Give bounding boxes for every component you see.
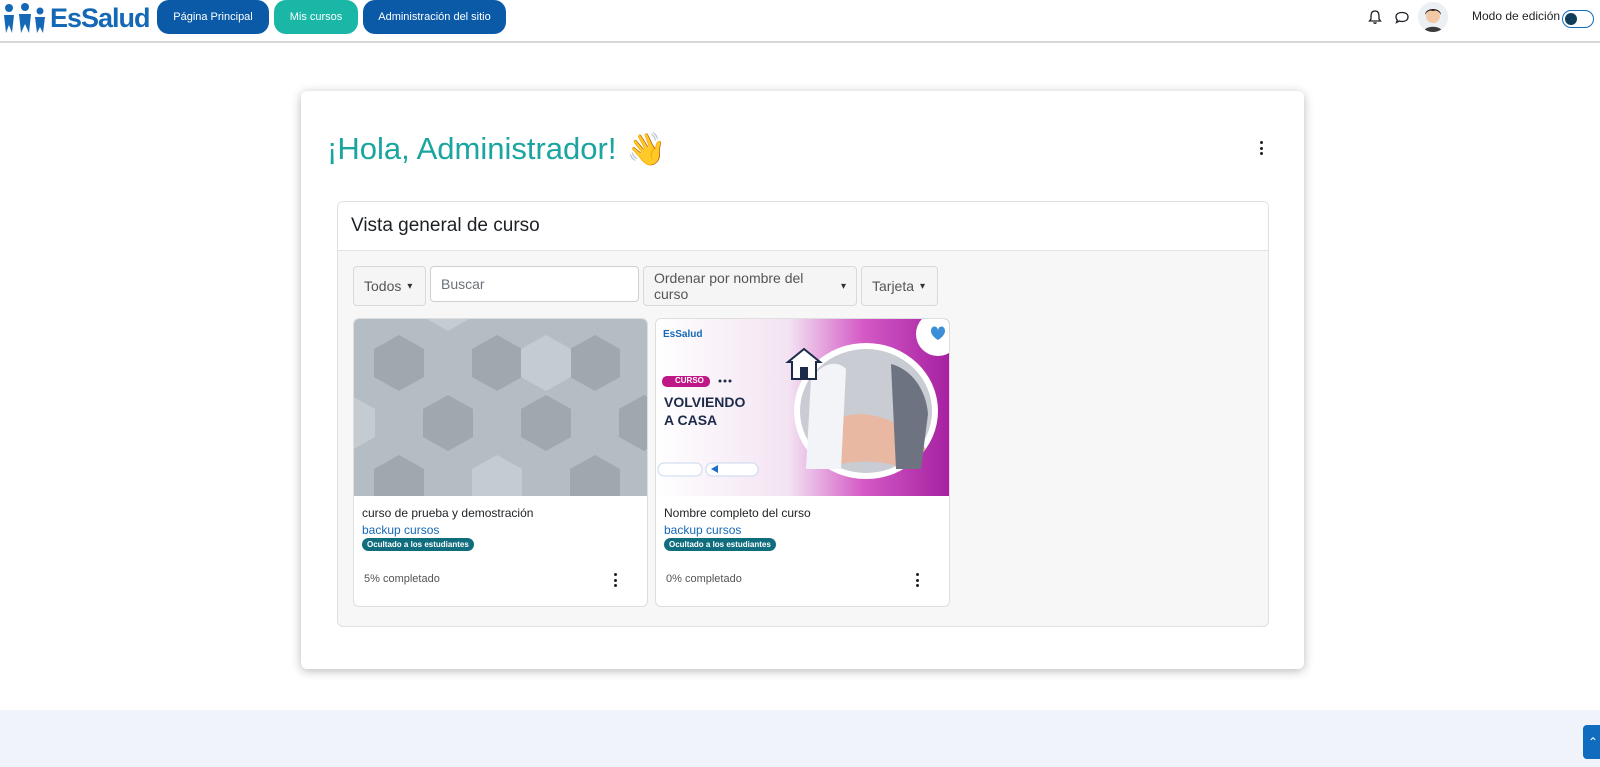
- course-progress: 0% completado: [666, 573, 742, 585]
- page-footer: [0, 710, 1600, 767]
- course-card[interactable]: EsSalud CURSO VOLVIENDO A CASA Nombre co…: [655, 318, 950, 607]
- course-image-pattern[interactable]: [354, 319, 647, 496]
- edit-mode-label: Modo de edición: [1472, 9, 1561, 23]
- sort-selected: Ordenar por nombre del curso: [654, 270, 804, 302]
- banner-title-line1: VOLVIENDO: [664, 394, 746, 410]
- toggle-knob: [1565, 13, 1577, 25]
- course-progress: 5% completado: [364, 573, 440, 585]
- essalud-logo[interactable]: EsSalud: [2, 2, 151, 34]
- page-title: ¡Hola, Administrador! 👋: [327, 130, 666, 168]
- course-actions-menu-icon[interactable]: [912, 571, 922, 589]
- top-navbar: EsSalud Página Principal Mis cursos Admi…: [0, 0, 1600, 43]
- sort-dropdown[interactable]: Ordenar por nombre del curso ▾: [643, 266, 857, 306]
- greeting-text: ¡Hola, Administrador!: [327, 131, 617, 166]
- logo-text: EsSalud: [50, 2, 151, 33]
- course-image-banner[interactable]: EsSalud CURSO VOLVIENDO A CASA: [656, 319, 949, 496]
- hidden-status-badge: Ocultado a los estudiantes: [664, 538, 776, 551]
- family-logo-icon: [4, 3, 45, 33]
- banner-title-line2: A CASA: [664, 412, 718, 428]
- bell-icon[interactable]: [1367, 9, 1383, 25]
- course-card[interactable]: curso de prueba y demostración backup cu…: [353, 318, 648, 607]
- hidden-status-badge: Ocultado a los estudiantes: [362, 538, 474, 551]
- chevron-down-icon: ▾: [840, 280, 846, 292]
- grouping-selected: Todos: [364, 278, 402, 294]
- chat-bubble-icon[interactable]: [1394, 9, 1410, 25]
- chevron-up-icon: ⌃: [1587, 735, 1599, 749]
- block-title: Vista general de curso: [338, 202, 1268, 251]
- banner-logo-text: EsSalud: [663, 329, 703, 340]
- waving-hand-icon: 👋: [626, 131, 667, 167]
- course-category: backup cursos: [362, 523, 440, 537]
- chevron-down-icon: ▾: [407, 280, 413, 292]
- view-selected: Tarjeta: [872, 278, 915, 294]
- course-category: backup cursos: [664, 523, 742, 537]
- scroll-to-top-button[interactable]: ⌃: [1583, 725, 1600, 759]
- nav-item-mis-cursos[interactable]: Mis cursos: [274, 0, 358, 34]
- page-actions-menu-icon[interactable]: [1256, 139, 1266, 157]
- course-search-input[interactable]: [430, 266, 639, 302]
- chevron-down-icon: ▾: [920, 280, 926, 292]
- course-name[interactable]: curso de prueba y demostración: [362, 506, 533, 520]
- banner-title: VOLVIENDO A CASA: [664, 393, 745, 429]
- nav-item-pagina-principal[interactable]: Página Principal: [157, 0, 269, 34]
- banner-tag: CURSO: [675, 376, 704, 385]
- course-name[interactable]: Nombre completo del curso: [664, 506, 811, 520]
- nav-item-administracion[interactable]: Administración del sitio: [363, 0, 506, 34]
- edit-mode-toggle[interactable]: [1562, 10, 1594, 28]
- course-actions-menu-icon[interactable]: [610, 571, 620, 589]
- view-dropdown[interactable]: Tarjeta ▾: [861, 266, 938, 306]
- user-avatar[interactable]: [1418, 2, 1448, 32]
- grouping-dropdown[interactable]: Todos ▾: [353, 266, 426, 306]
